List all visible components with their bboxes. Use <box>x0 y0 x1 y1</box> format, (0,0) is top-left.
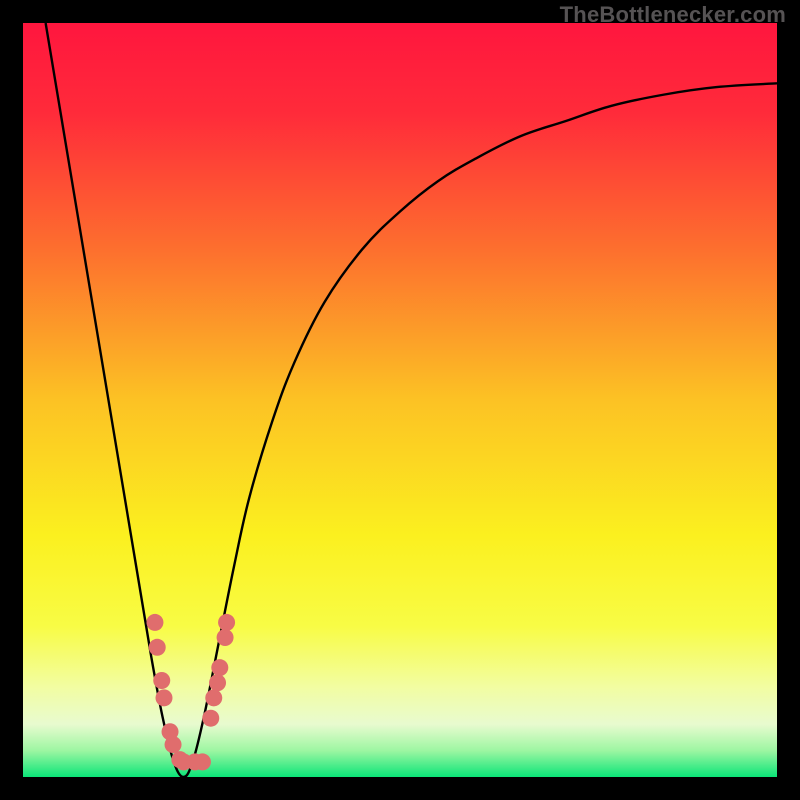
benchmark-point <box>217 629 234 646</box>
benchmark-point <box>165 736 182 753</box>
benchmark-point <box>155 689 172 706</box>
attribution-text: TheBottlenecker.com <box>560 2 786 28</box>
benchmark-point <box>194 753 211 770</box>
plot-svg <box>23 23 777 777</box>
benchmark-point <box>211 659 228 676</box>
plot-area <box>23 23 777 777</box>
benchmark-point <box>205 689 222 706</box>
benchmark-point <box>209 674 226 691</box>
benchmark-point <box>202 710 219 727</box>
benchmark-point <box>146 614 163 631</box>
gradient-background <box>23 23 777 777</box>
benchmark-point <box>149 639 166 656</box>
benchmark-point <box>153 672 170 689</box>
benchmark-point <box>218 614 235 631</box>
figure-container: TheBottlenecker.com <box>0 0 800 800</box>
